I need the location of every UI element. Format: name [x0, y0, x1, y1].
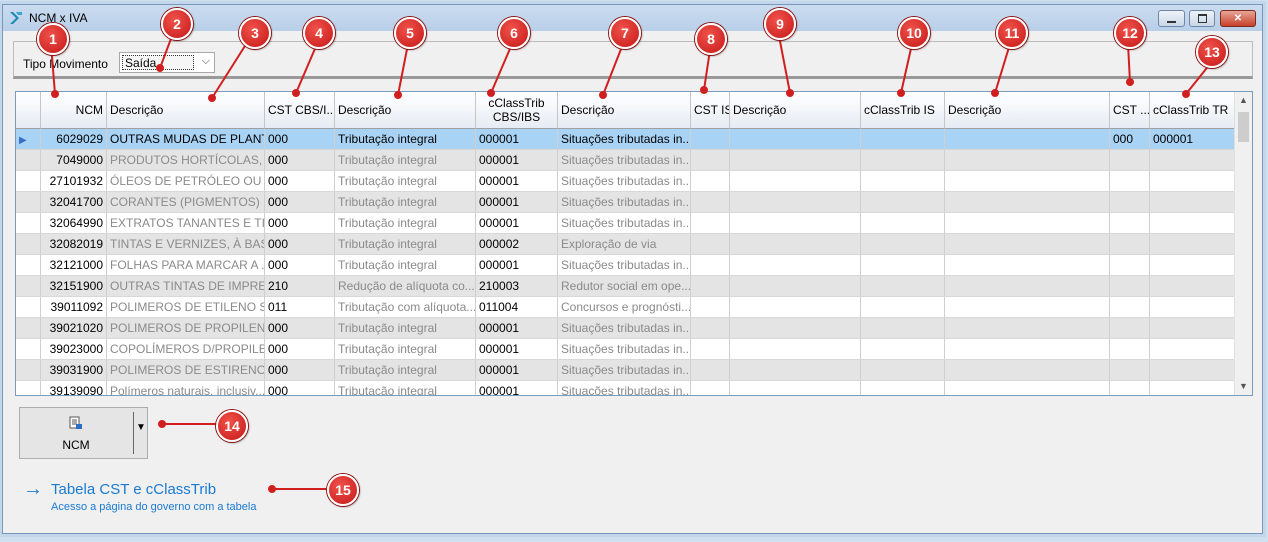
callout-badge-9: 9 — [764, 8, 796, 40]
callout-badge-15: 15 — [327, 474, 359, 506]
callout-badge-14: 14 — [216, 410, 248, 442]
callout-badge-3: 3 — [239, 17, 271, 49]
callout-badge-2: 2 — [161, 8, 193, 40]
callout-badge-6: 6 — [498, 17, 530, 49]
callout-badge-1: 1 — [37, 23, 69, 55]
callout-badge-11: 11 — [996, 17, 1028, 49]
callout-badge-5: 5 — [394, 17, 426, 49]
callout-badge-12: 12 — [1114, 17, 1146, 49]
callout-badge-10: 10 — [898, 17, 930, 49]
callout-badge-13: 13 — [1196, 36, 1228, 68]
callout-lines — [50, 27, 1211, 493]
callout-badge-8: 8 — [695, 23, 727, 55]
callout-badge-7: 7 — [609, 17, 641, 49]
callout-badge-4: 4 — [303, 17, 335, 49]
